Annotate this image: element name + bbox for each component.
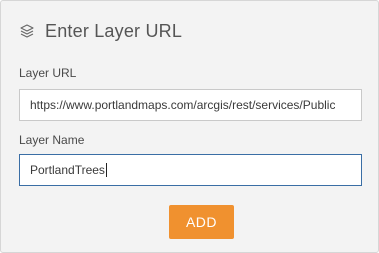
text-caret: [105, 163, 107, 177]
layer-url-label: Layer URL: [19, 66, 77, 80]
add-button[interactable]: ADD: [169, 205, 234, 239]
layer-name-input[interactable]: PortlandTrees: [19, 154, 362, 186]
layer-name-value: PortlandTrees: [30, 163, 105, 177]
panel-title: Enter Layer URL: [45, 20, 183, 41]
layer-url-value: https://www.portlandmaps.com/arcgis/rest…: [30, 98, 336, 112]
panel-header: Enter Layer URL: [19, 19, 182, 43]
layers-icon: [19, 23, 35, 39]
add-layer-panel: Enter Layer URL Layer URL https://www.po…: [0, 0, 379, 253]
layer-url-input[interactable]: https://www.portlandmaps.com/arcgis/rest…: [19, 89, 362, 121]
layer-name-label: Layer Name: [19, 133, 85, 147]
